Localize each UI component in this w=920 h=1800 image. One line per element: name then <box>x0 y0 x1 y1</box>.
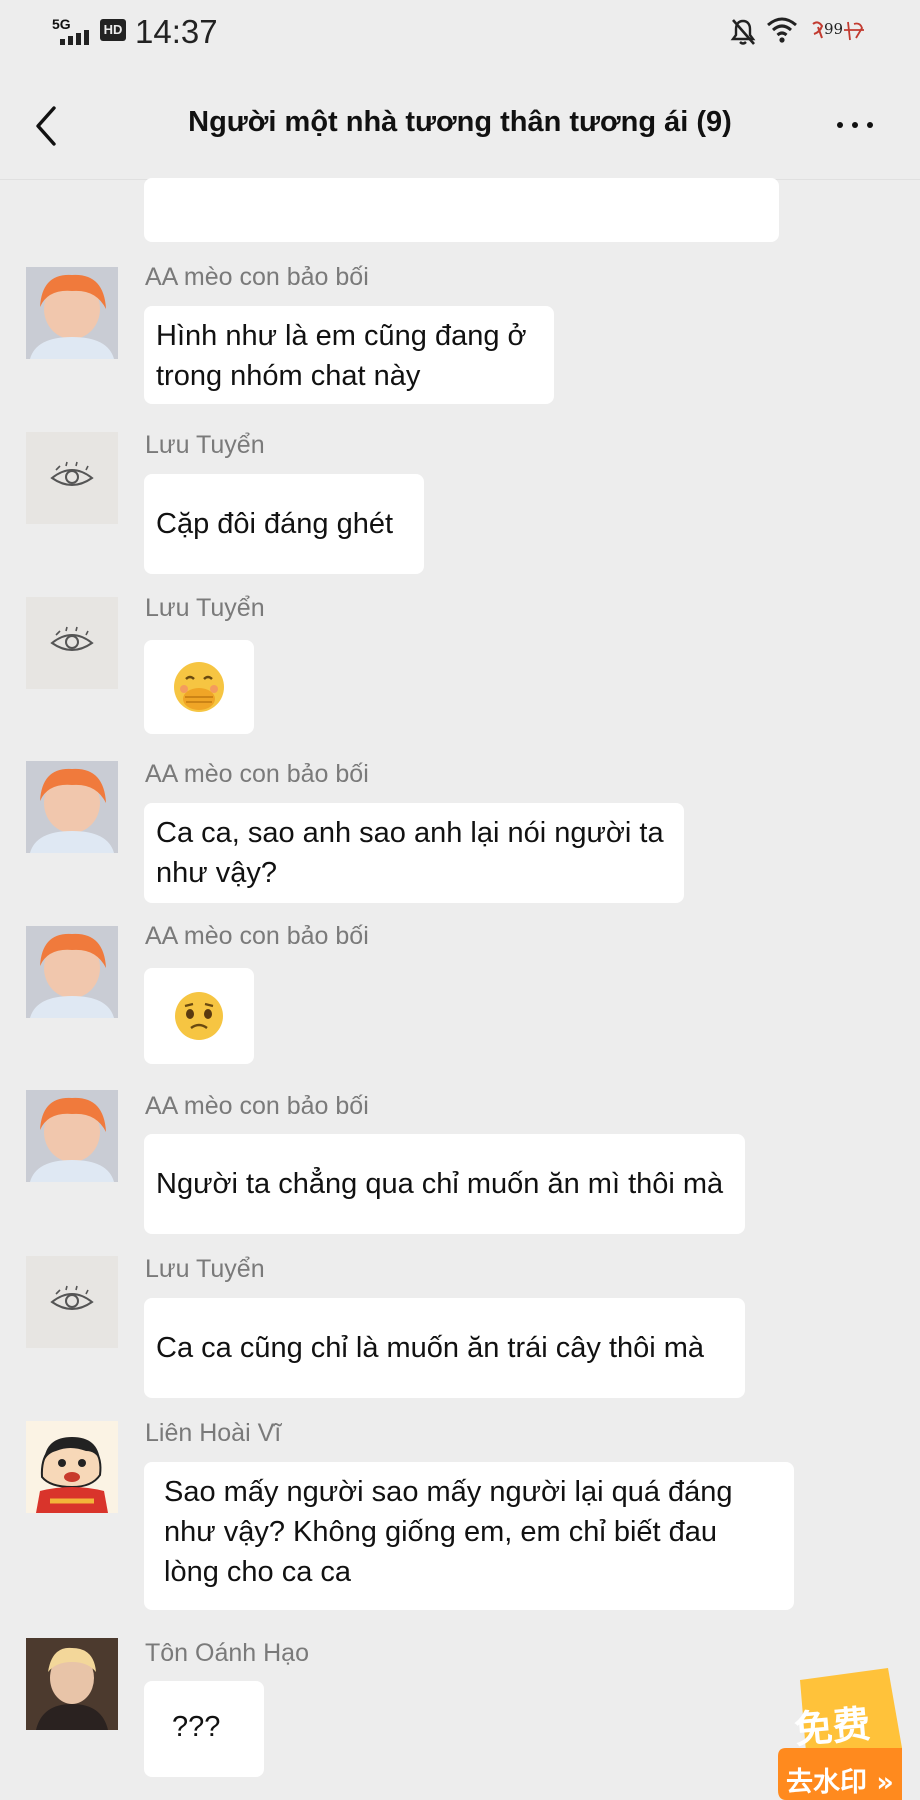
avatar-aa-meo-con[interactable] <box>26 267 118 359</box>
chat-header: Người một nhà tương thân tương ái (9) <box>0 80 920 180</box>
message-bubble[interactable]: Người ta chẳng qua chỉ muốn ăn mì thôi m… <box>144 1134 745 1234</box>
remove-watermark-promo[interactable]: 免费 去水印 » <box>770 1660 910 1800</box>
message-sender: Lưu Tuyển <box>145 431 265 459</box>
message-sender: Lưu Tuyển <box>145 594 265 622</box>
avatar-ton-oanh-hao[interactable] <box>26 1638 118 1730</box>
avatar-aa-meo-con[interactable] <box>26 926 118 1018</box>
group-chat-title: Người một nhà tương thân tương ái (9) <box>188 106 732 138</box>
message-text: Người ta chẳng qua chỉ muốn ăn mì thôi m… <box>156 1168 724 1200</box>
hd-voice-icon: HD <box>100 19 126 41</box>
message-text: Hình như là em cũng đang ở trong nhóm ch… <box>156 320 527 392</box>
free-badge-text: 免费 <box>792 1701 873 1753</box>
battery-icon: 99 <box>810 18 866 44</box>
cellular-signal-icon: 5G <box>52 16 94 46</box>
message-sender: AA mèo con bảo bối <box>145 263 369 291</box>
message-bubble[interactable]: Cặp đôi đáng ghét <box>144 474 424 574</box>
more-options-icon[interactable] <box>830 110 880 140</box>
message-sender: Lưu Tuyển <box>145 1255 265 1283</box>
message-sender: Liên Hoài Vĩ <box>145 1419 282 1447</box>
message-bubble[interactable]: Ca ca, sao anh sao anh lại nói người ta … <box>144 803 684 903</box>
avatar-luu-tuyen[interactable] <box>26 432 118 524</box>
message-sender: AA mèo con bảo bối <box>145 1092 369 1120</box>
message-text: ??? <box>172 1711 221 1743</box>
pleading-face-emoji-icon <box>175 992 223 1040</box>
message-bubble[interactable]: ??? <box>144 1681 264 1777</box>
avatar-lien-hoai-vi[interactable] <box>26 1421 118 1513</box>
wifi-icon <box>767 17 797 43</box>
message-bubble-emoji[interactable] <box>144 640 254 734</box>
message-sender: AA mèo con bảo bối <box>145 922 369 950</box>
avatar-aa-meo-con[interactable] <box>26 761 118 853</box>
avatar-luu-tuyen[interactable] <box>26 597 118 689</box>
message-sender: Tôn Oánh Hạo <box>145 1639 309 1667</box>
hand-over-mouth-emoji-icon <box>174 662 224 712</box>
message-text: Ca ca cũng chỉ là muốn ăn trái cây thôi … <box>156 1332 705 1364</box>
message-bubble[interactable]: Hình như là em cũng đang ở trong nhóm ch… <box>144 306 554 404</box>
status-bar: 5G HD 14:37 99 <box>0 0 920 70</box>
avatar-aa-meo-con[interactable] <box>26 1090 118 1182</box>
clock: 14:37 <box>135 13 218 50</box>
message-sender: AA mèo con bảo bối <box>145 760 369 788</box>
message-bubble[interactable]: Ca ca cũng chỉ là muốn ăn trái cây thôi … <box>144 1298 745 1398</box>
remove-watermark-text: 去水印 » <box>786 1767 894 1798</box>
back-arrow-icon[interactable] <box>28 100 68 152</box>
message-text: Ca ca, sao anh sao anh lại nói người ta … <box>156 817 664 889</box>
message-text: Sao mấy người sao mấy người lại quá đáng… <box>164 1476 733 1588</box>
message-text: Cặp đôi đáng ghét <box>156 508 394 540</box>
mute-bell-icon <box>730 19 756 45</box>
message-bubble[interactable]: Sao mấy người sao mấy người lại quá đáng… <box>144 1462 794 1610</box>
avatar-luu-tuyen[interactable] <box>26 1256 118 1348</box>
message-bubble-partial[interactable] <box>144 178 779 242</box>
message-bubble-emoji[interactable] <box>144 968 254 1064</box>
